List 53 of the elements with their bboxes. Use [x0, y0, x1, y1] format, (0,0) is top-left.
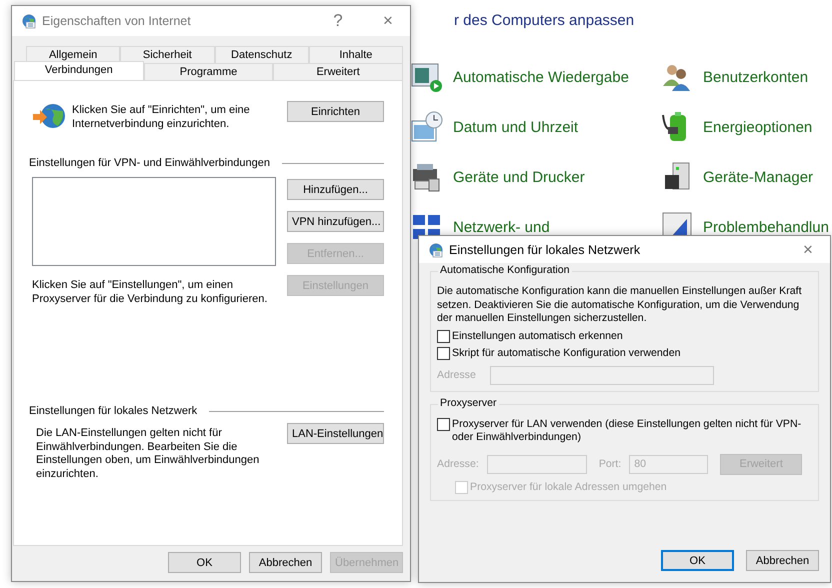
vpn-button[interactable]: Hinzufügen...	[287, 179, 384, 200]
control-panel-link[interactable]: Benutzerkonten	[703, 68, 808, 86]
globe-arrow-icon	[32, 101, 66, 131]
description-text: Die automatische Konfiguration kann die manuellen Einstellungen außer Kraft setzen. Deaktivieren Sie die automatische Konfiguration, um die Verwendung der manuellen Einstellungen sicherzustellen.	[437, 285, 803, 326]
control-panel-link[interactable]: Netzwerk- und	[453, 218, 550, 236]
control-panel-link[interactable]: Problembehandlun	[703, 218, 829, 236]
tab[interactable]: Sicherheit	[120, 46, 214, 63]
autoplay-icon	[411, 61, 443, 93]
dialog-button[interactable]: Abbrechen	[249, 552, 322, 573]
close-button[interactable]: ×	[366, 11, 410, 31]
vpn-button[interactable]: VPN hinzufügen...	[287, 211, 384, 232]
control-panel-link[interactable]: Energieoptionen	[703, 118, 812, 136]
tab[interactable]: Verbindungen	[14, 61, 144, 80]
control-panel-link[interactable]: Datum und Uhrzeit	[453, 118, 578, 136]
checkbox[interactable]	[437, 418, 450, 430]
tab[interactable]: Programme	[144, 63, 274, 80]
field-label: Adresse	[437, 369, 476, 381]
dialog-button[interactable]: OK	[168, 552, 241, 573]
setup-button[interactable]: Einrichten	[287, 101, 384, 122]
connection-list[interactable]	[32, 177, 276, 266]
tab[interactable]: Erweitert	[273, 63, 404, 80]
globe-icon	[427, 242, 443, 258]
proxy-text: Klicken Sie auf "Einstellungen", um einen Proxyserver für die Verbindung zu konfigurieren.	[32, 279, 268, 306]
dialog-button[interactable]: Abbrechen	[746, 550, 819, 571]
tab[interactable]: Inhalte	[308, 46, 403, 63]
field-label: Adresse:	[437, 458, 479, 470]
checkbox[interactable]	[437, 330, 450, 342]
checkbox[interactable]	[437, 346, 450, 360]
lan-text: Die LAN-Einstellungen gelten nicht für Einwählverbindungen. Bearbeiten Sie die Einstellungen oben, um Einwählverbindungen einzurichten.	[35, 426, 260, 481]
help-button[interactable]: ?	[316, 11, 360, 31]
group-label: Automatische Konfiguration	[438, 264, 572, 276]
field-label: Port:	[598, 458, 622, 470]
page-heading: r des Computers anpassen	[454, 12, 634, 29]
checkbox-label: Einstellungen automatisch erkennen	[452, 330, 623, 342]
globe-icon	[20, 13, 36, 29]
section-label: Einstellungen für lokales Netzwerk	[29, 405, 198, 417]
dialog-button[interactable]: OK	[661, 550, 734, 571]
address-field[interactable]	[490, 366, 714, 384]
section-label: Einstellungen für VPN- und Einwählverbindungen	[29, 157, 270, 169]
window-title: Eigenschaften von Internet	[42, 14, 192, 28]
checkbox-label: Skript für automatische Konfiguration verwenden	[452, 347, 680, 359]
tab[interactable]: Datenschutz	[214, 46, 309, 63]
lan-settings-button[interactable]: LAN-Einstellungen	[287, 423, 384, 444]
control-panel-link[interactable]: Automatische Wiedergabe	[453, 68, 629, 86]
checkbox-label: Proxyserver für lokale Adressen umgehen	[470, 481, 667, 493]
control-panel-link[interactable]: Geräte und Drucker	[453, 168, 585, 186]
address-field[interactable]	[486, 454, 587, 474]
instruction-text: Klicken Sie auf "Einrichten", um eine Internetverbindung einzurichten.	[72, 103, 251, 131]
close-button[interactable]: ×	[786, 240, 830, 260]
group-label: Proxyserver	[438, 396, 499, 408]
checkbox-label: Proxyserver für LAN verwenden (diese Einstellungen gelten nicht für VPN- oder Einwählverbindungen)	[452, 418, 802, 444]
control-panel-link[interactable]: Geräte-Manager	[703, 168, 814, 186]
window-title: Einstellungen für lokales Netzwerk	[449, 242, 642, 256]
